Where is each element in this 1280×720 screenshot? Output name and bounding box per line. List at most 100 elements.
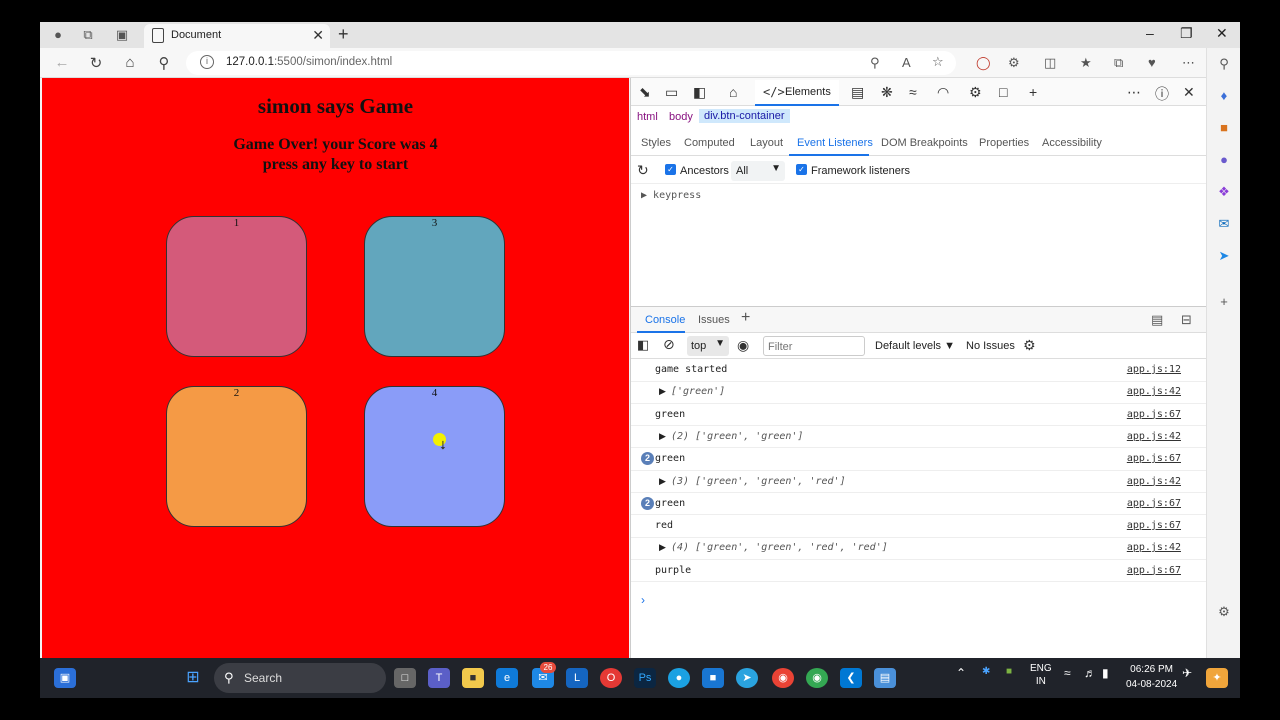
welcome-home-icon[interactable]: ⌂	[729, 84, 737, 100]
log-message[interactable]: ['green']	[671, 386, 725, 397]
log-message[interactable]: (3) ['green', 'green', 'red']	[671, 476, 846, 487]
extension-icon[interactable]: ◯	[976, 55, 991, 71]
no-issues-label[interactable]: No Issues	[966, 340, 1015, 352]
teams-icon[interactable]: T	[428, 668, 450, 688]
log-source-link[interactable]: app.js:12	[1127, 364, 1181, 375]
expand-triangle-icon[interactable]: ▶	[659, 542, 666, 553]
eye-icon[interactable]: ◉	[737, 337, 749, 354]
simon-button-1[interactable]: 1	[166, 216, 307, 357]
tab-layout[interactable]: Layout	[750, 137, 783, 149]
more-tools-plus-icon[interactable]: +	[1029, 84, 1037, 100]
sidebar-toggle-icon[interactable]: ◧	[637, 337, 649, 353]
zoom-icon[interactable]: ⚲	[870, 55, 880, 71]
log-source-link[interactable]: app.js:67	[1127, 409, 1181, 420]
add-drawer-tab-icon[interactable]: +	[741, 309, 750, 327]
restore-button[interactable]: ❐	[1180, 25, 1193, 42]
device-toggle-icon[interactable]: ▭	[665, 84, 678, 101]
expand-triangle-icon[interactable]: ▶	[659, 476, 666, 487]
crumb-html[interactable]: html	[637, 111, 658, 123]
log-source-link[interactable]: app.js:67	[1127, 520, 1181, 531]
file-explorer-icon[interactable]: ■	[462, 668, 484, 688]
notification-icon[interactable]: ✈	[1182, 666, 1192, 680]
settings-more-icon[interactable]: ⋯	[1182, 55, 1195, 71]
close-drawer-icon[interactable]: ⊟	[1181, 312, 1192, 328]
send-icon[interactable]: ➤	[1216, 248, 1232, 264]
tab-issues[interactable]: Issues	[698, 314, 730, 326]
refresh-button[interactable]: ↻	[86, 54, 106, 72]
log-source-link[interactable]: app.js:42	[1127, 386, 1181, 397]
gear-icon[interactable]: ⚙	[969, 84, 982, 101]
more-options-icon[interactable]: ⋯	[1127, 84, 1141, 101]
log-source-link[interactable]: app.js:42	[1127, 542, 1181, 553]
telegram-icon[interactable]: ➤	[736, 668, 758, 688]
collections-icon[interactable]: ⧉	[1114, 55, 1123, 71]
expand-triangle-icon[interactable]: ▶	[659, 431, 666, 442]
dock-icon[interactable]: ◧	[693, 84, 706, 101]
log-message[interactable]: (4) ['green', 'green', 'red', 'red']	[671, 542, 888, 553]
site-info-icon[interactable]: i	[200, 55, 214, 69]
tab-computed[interactable]: Computed	[684, 137, 735, 149]
favorite-star-icon[interactable]: ☆	[932, 54, 944, 70]
language-indicator[interactable]: ENG IN	[1030, 662, 1052, 688]
profile-icon[interactable]: ●	[50, 27, 66, 43]
listener-keypress[interactable]: ▶ keypress	[641, 190, 701, 201]
console-filter-input[interactable]	[763, 336, 865, 356]
minimize-button[interactable]: –	[1146, 25, 1154, 41]
expand-triangle-icon[interactable]: ▶	[659, 386, 666, 397]
tray-overflow-icon[interactable]: ⌃	[956, 666, 966, 680]
volume-icon[interactable]: ♬	[1084, 666, 1096, 680]
browser-tab[interactable]: Document ✕	[144, 24, 330, 48]
tab-accessibility[interactable]: Accessibility	[1042, 137, 1102, 149]
outlook-icon[interactable]: ✉	[1216, 216, 1232, 232]
context-select[interactable]: top ▼	[687, 336, 729, 356]
store-icon[interactable]: ■	[702, 668, 724, 688]
task-view-icon[interactable]: □	[394, 668, 416, 688]
help-icon[interactable]: ⓘ	[1155, 84, 1169, 104]
chrome-icon[interactable]: ◉	[772, 668, 794, 688]
log-source-link[interactable]: app.js:42	[1127, 476, 1181, 487]
search-icon[interactable]: ⚲	[154, 54, 174, 72]
zoom-app-icon[interactable]: ●	[668, 668, 690, 688]
tag-icon[interactable]: ♦	[1216, 88, 1232, 103]
address-bar[interactable]: i 127.0.0.1:5500/simon/index.html ⚲ A​ ☆	[186, 51, 956, 75]
listener-type-select[interactable]: All ▼	[731, 161, 785, 181]
back-button[interactable]: ←	[52, 54, 72, 71]
tab-properties[interactable]: Properties	[979, 137, 1029, 149]
favorites-icon[interactable]: ★	[1080, 55, 1092, 71]
gear-icon[interactable]: ⚙	[1216, 604, 1232, 620]
clock[interactable]: 06:26 PM 04-08-2024	[1126, 662, 1177, 692]
log-levels-select[interactable]: Default levels ▼	[875, 340, 955, 352]
vscode-icon[interactable]: ❮	[840, 668, 862, 688]
log-source-link[interactable]: app.js:67	[1127, 565, 1181, 576]
tab-actions-icon[interactable]: ▣	[114, 27, 130, 43]
tab-event-listeners[interactable]: Event Listeners	[797, 137, 873, 149]
add-sidebar-app-icon[interactable]: +	[1216, 294, 1232, 309]
tab-elements[interactable]: </> Elements	[755, 80, 839, 106]
bluetooth-icon[interactable]: ✱	[982, 666, 990, 677]
games-icon[interactable]: ❖	[1216, 184, 1232, 200]
chrome-alt-icon[interactable]: ◉	[806, 668, 828, 688]
opera-icon[interactable]: O	[600, 668, 622, 688]
log-source-link[interactable]: app.js:67	[1127, 453, 1181, 464]
wifi-icon[interactable]: ≈	[1064, 666, 1071, 680]
new-tab-button[interactable]: +	[338, 24, 349, 45]
people-icon[interactable]: ●	[1216, 152, 1232, 167]
framework-listeners-checkbox[interactable]: ✓	[796, 164, 807, 175]
close-devtools-icon[interactable]: ✕	[1183, 84, 1195, 101]
simon-button-4[interactable]: 4	[364, 386, 505, 527]
console-icon[interactable]: ▤	[851, 84, 864, 101]
search-icon[interactable]: ⚲	[1216, 56, 1232, 72]
application-icon[interactable]: □	[999, 84, 1007, 100]
read-aloud-icon[interactable]: A​	[902, 55, 911, 70]
clear-console-icon[interactable]: ⊘	[663, 336, 675, 353]
simon-button-2[interactable]: 2	[166, 386, 307, 527]
crumb-body[interactable]: body	[669, 111, 693, 123]
split-screen-icon[interactable]: ◫	[1044, 55, 1056, 71]
taskbar-search[interactable]: ⚲ Search	[214, 663, 386, 693]
copilot-taskbar-icon[interactable]: ✦	[1206, 668, 1228, 688]
workspaces-icon[interactable]: ⧉	[80, 27, 96, 43]
photoshop-icon[interactable]: Ps	[634, 668, 656, 688]
edge-icon[interactable]: e	[496, 668, 518, 688]
log-message[interactable]: (2) ['green', 'green']	[671, 431, 803, 442]
log-source-link[interactable]: app.js:42	[1127, 431, 1181, 442]
